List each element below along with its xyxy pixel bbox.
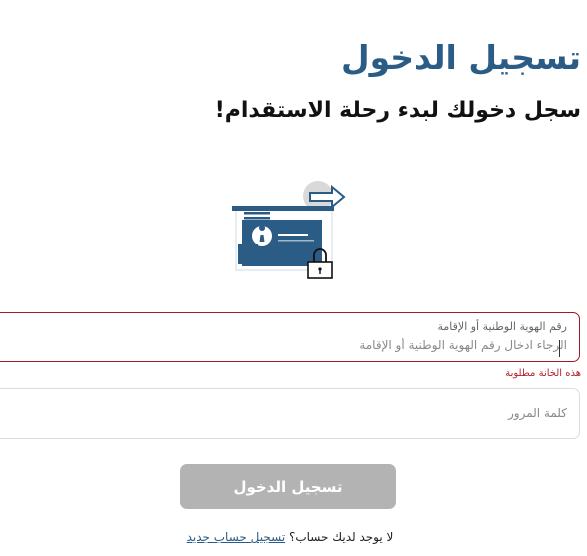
id-number-field[interactable]: رقم الهوية الوطنية أو الإقامة (0, 312, 580, 362)
id-card-lock-illustration (228, 178, 368, 280)
id-number-input[interactable] (167, 338, 567, 352)
password-field[interactable] (0, 388, 580, 439)
id-number-error: هذه الخانة مطلوبة (505, 368, 581, 379)
register-link[interactable]: تسجيل حساب جديد (187, 530, 286, 544)
login-button[interactable]: تسجيل الدخول (180, 464, 396, 509)
register-prompt-row: لا يوجد لديك حساب؟ تسجيل حساب جديد (160, 530, 420, 544)
page-title: تسجيل الدخول (340, 38, 581, 77)
register-prompt: لا يوجد لديك حساب؟ (288, 530, 394, 544)
id-number-label: رقم الهوية الوطنية أو الإقامة (437, 320, 567, 333)
text-cursor (559, 340, 560, 357)
password-input[interactable] (167, 406, 567, 420)
page-subtitle: سجل دخولك لبدء رحلة الاستقدام! (214, 98, 581, 123)
